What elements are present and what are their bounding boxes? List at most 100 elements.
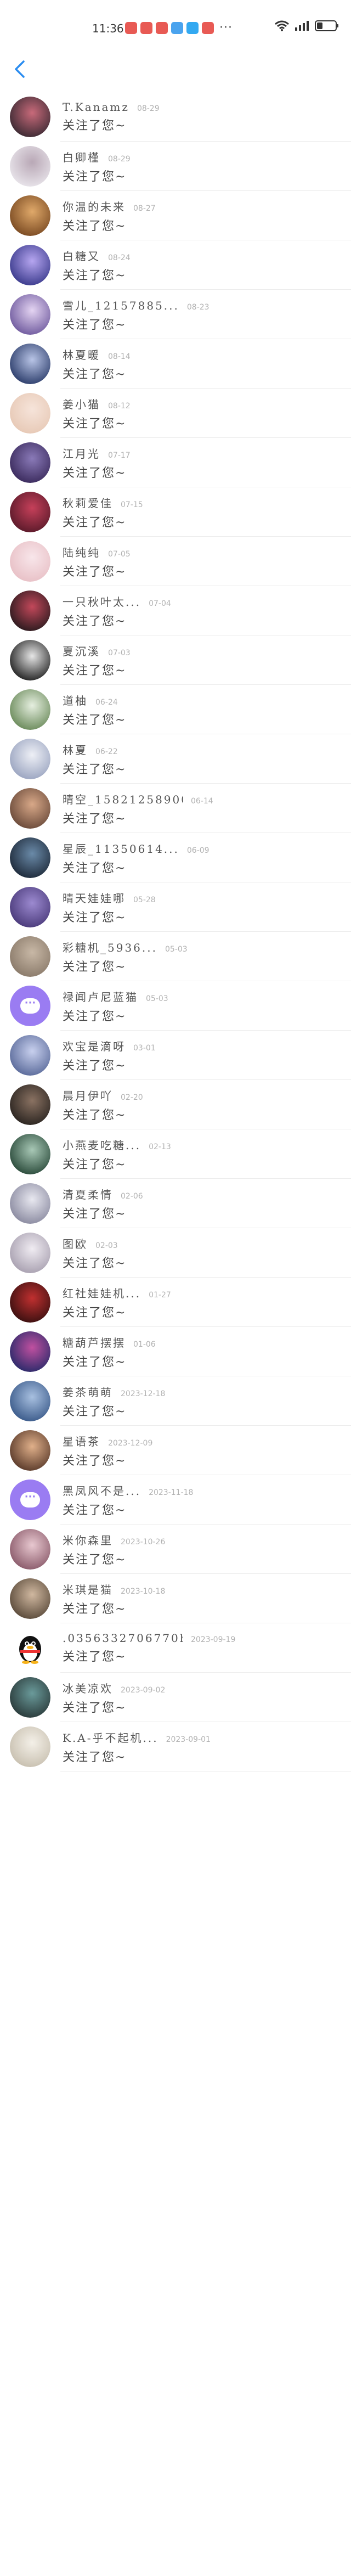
avatar[interactable] xyxy=(10,1134,50,1174)
follower-row[interactable]: .0356332706770h068 2023-09-19 关注了您~ xyxy=(0,1623,351,1673)
follower-row[interactable]: 糖葫芦摆摆 01-06 关注了您~ xyxy=(0,1327,351,1376)
follower-name[interactable]: 清夏柔情 xyxy=(63,1186,113,1202)
follower-row[interactable]: 米琪是猫 2023-10-18 关注了您~ xyxy=(0,1574,351,1623)
follower-name[interactable]: 江月光 xyxy=(63,445,100,461)
back-button[interactable] xyxy=(8,56,32,82)
avatar[interactable] xyxy=(10,393,50,434)
follower-name[interactable]: 米你森里 xyxy=(63,1532,113,1548)
follower-name[interactable]: 一只秋叶太... xyxy=(63,593,141,609)
follower-row[interactable]: 江月光 07-17 关注了您~ xyxy=(0,438,351,487)
follower-name[interactable]: 黑凤风不是... xyxy=(63,1482,141,1498)
follower-name[interactable]: 白卿槿 xyxy=(63,149,100,165)
avatar[interactable] xyxy=(10,1628,50,1668)
avatar[interactable] xyxy=(10,1183,50,1224)
follower-row[interactable]: 欢宝是滴呀 03-01 关注了您~ xyxy=(0,1031,351,1080)
avatar[interactable] xyxy=(10,1726,50,1767)
avatar[interactable] xyxy=(10,97,50,137)
follower-row[interactable]: 禄闻卢尼蓝猫 05-03 关注了您~ xyxy=(0,981,351,1031)
avatar[interactable] xyxy=(10,1233,50,1273)
follower-name[interactable]: 欢宝是滴呀 xyxy=(63,1038,126,1054)
follower-row[interactable]: 星语茶 2023-12-09 关注了您~ xyxy=(0,1426,351,1475)
avatar[interactable] xyxy=(10,1035,50,1076)
follower-name[interactable]: 白糖又 xyxy=(63,248,100,263)
follower-name[interactable]: T.Kanamz xyxy=(63,100,129,114)
avatar[interactable] xyxy=(10,442,50,483)
avatar[interactable] xyxy=(10,640,50,680)
follower-row[interactable]: 白卿槿 08-29 关注了您~ xyxy=(0,142,351,191)
follower-row[interactable]: 晨月伊吖 02-20 关注了您~ xyxy=(0,1080,351,1129)
follower-row[interactable]: 彩糖机_5936... 05-03 关注了您~ xyxy=(0,932,351,981)
follower-name[interactable]: 糖葫芦摆摆 xyxy=(63,1334,126,1350)
follower-name[interactable]: 星语茶 xyxy=(63,1433,100,1449)
follower-row[interactable]: 晴天娃娃哪 05-28 关注了您~ xyxy=(0,882,351,932)
follower-row[interactable]: 夏沉溪 07-03 关注了您~ xyxy=(0,635,351,685)
follower-name[interactable]: 禄闻卢尼蓝猫 xyxy=(63,988,138,1004)
follower-name[interactable]: 姜小猫 xyxy=(63,396,100,412)
follower-name[interactable]: K.A-乎不起机... xyxy=(63,1729,158,1745)
follower-name[interactable]: 夏沉溪 xyxy=(63,643,100,659)
follower-name[interactable]: 图欧 xyxy=(63,1235,88,1251)
follower-name[interactable]: 冰美凉欢 xyxy=(63,1680,113,1696)
follower-row[interactable]: 道柚 06-24 关注了您~ xyxy=(0,685,351,734)
avatar[interactable] xyxy=(10,986,50,1026)
follower-name[interactable]: 雪儿_12157885... xyxy=(63,297,179,313)
follower-name[interactable]: .0356332706770h068 xyxy=(63,1632,183,1645)
avatar[interactable] xyxy=(10,1381,50,1421)
avatar[interactable] xyxy=(10,590,50,631)
follower-row[interactable]: 清夏柔情 02-06 关注了您~ xyxy=(0,1179,351,1228)
follower-row[interactable]: 姜小猫 08-12 关注了您~ xyxy=(0,389,351,438)
avatar[interactable] xyxy=(10,689,50,730)
avatar[interactable] xyxy=(10,1529,50,1570)
avatar[interactable] xyxy=(10,146,50,187)
avatar[interactable] xyxy=(10,1430,50,1471)
avatar[interactable] xyxy=(10,245,50,285)
follower-name[interactable]: 林夏 xyxy=(63,741,88,757)
avatar[interactable] xyxy=(10,1084,50,1125)
follower-row[interactable]: 图欧 02-03 关注了您~ xyxy=(0,1228,351,1278)
follower-name[interactable]: 道柚 xyxy=(63,692,88,708)
follower-name[interactable]: 彩糖机_5936... xyxy=(63,939,157,955)
follower-name[interactable]: 晴天娃娃哪 xyxy=(63,890,126,905)
follower-name[interactable]: 晴空_15821258900% xyxy=(63,791,183,807)
avatar[interactable] xyxy=(10,1578,50,1619)
follower-row[interactable]: 白糖又 08-24 关注了您~ xyxy=(0,240,351,290)
avatar[interactable] xyxy=(10,1677,50,1718)
follower-row[interactable]: 林夏 06-22 关注了您~ xyxy=(0,734,351,784)
avatar[interactable] xyxy=(10,541,50,582)
avatar[interactable] xyxy=(10,788,50,829)
avatar[interactable] xyxy=(10,492,50,532)
follower-name[interactable]: 红社娃娃机... xyxy=(63,1285,141,1301)
avatar[interactable] xyxy=(10,936,50,977)
avatar[interactable] xyxy=(10,1331,50,1372)
avatar[interactable] xyxy=(10,739,50,779)
avatar[interactable] xyxy=(10,837,50,878)
follower-row[interactable]: 红社娃娃机... 01-27 关注了您~ xyxy=(0,1278,351,1327)
follower-name[interactable]: 姜茶萌萌 xyxy=(63,1383,113,1399)
follower-name[interactable]: 林夏暖 xyxy=(63,346,100,362)
follower-row[interactable]: 黑凤风不是... 2023-11-18 关注了您~ xyxy=(0,1475,351,1525)
follower-name[interactable]: 米琪是猫 xyxy=(63,1581,113,1597)
follower-name[interactable]: 星辰_11350614... xyxy=(63,840,179,856)
avatar[interactable] xyxy=(10,887,50,927)
follower-name[interactable]: 你温的未来 xyxy=(63,198,126,214)
follower-row[interactable]: 晴空_15821258900% 06-14 关注了您~ xyxy=(0,784,351,833)
avatar[interactable] xyxy=(10,195,50,236)
follower-row[interactable]: 姜茶萌萌 2023-12-18 关注了您~ xyxy=(0,1376,351,1426)
follower-row[interactable]: 一只秋叶太... 07-04 关注了您~ xyxy=(0,586,351,635)
follower-row[interactable]: 冰美凉欢 2023-09-02 关注了您~ xyxy=(0,1673,351,1722)
follower-row[interactable]: 星辰_11350614... 06-09 关注了您~ xyxy=(0,833,351,882)
follower-row[interactable]: 陆纯纯 07-05 关注了您~ xyxy=(0,537,351,586)
follower-row[interactable]: T.Kanamz 08-29 关注了您~ xyxy=(0,92,351,142)
avatar[interactable] xyxy=(10,344,50,384)
follower-row[interactable]: 林夏暖 08-14 关注了您~ xyxy=(0,339,351,389)
avatar[interactable] xyxy=(10,1480,50,1520)
follower-name[interactable]: 晨月伊吖 xyxy=(63,1087,113,1103)
follower-row[interactable]: 雪儿_12157885... 08-23 关注了您~ xyxy=(0,290,351,339)
follower-row[interactable]: K.A-乎不起机... 2023-09-01 关注了您~ xyxy=(0,1722,351,1771)
follower-name[interactable]: 秋莉爱佳 xyxy=(63,494,113,510)
follower-name[interactable]: 小燕麦吃糖... xyxy=(63,1137,141,1152)
follower-row[interactable]: 你温的未来 08-27 关注了您~ xyxy=(0,191,351,240)
follower-name[interactable]: 陆纯纯 xyxy=(63,544,100,560)
follower-row[interactable]: 米你森里 2023-10-26 关注了您~ xyxy=(0,1525,351,1574)
follower-row[interactable]: 秋莉爱佳 07-15 关注了您~ xyxy=(0,487,351,537)
